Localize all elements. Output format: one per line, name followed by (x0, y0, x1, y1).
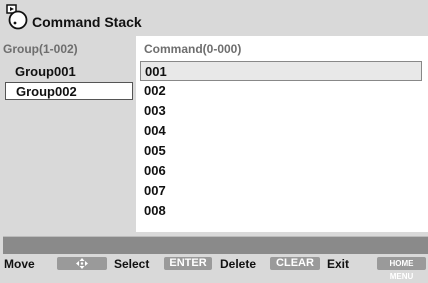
command-item-004[interactable]: 004 (140, 121, 422, 141)
command-label: 008 (144, 203, 166, 218)
group-item-group001[interactable]: Group001 (5, 63, 133, 81)
exit-label: Exit (327, 257, 350, 271)
command-label: 006 (144, 163, 166, 178)
groups-header: Group(1-002) (3, 42, 78, 56)
command-label: 001 (145, 64, 167, 79)
command-item-007[interactable]: 007 (140, 181, 422, 201)
select-label: Select (114, 257, 150, 271)
clear-key-badge: CLEAR (270, 257, 320, 270)
command-item-002[interactable]: 002 (140, 81, 422, 101)
group-label: Group001 (15, 64, 76, 79)
move-label: Move (4, 257, 35, 271)
title-bar: Command Stack (0, 0, 428, 34)
remote-control-icon (6, 4, 28, 30)
button-guide-bar: Move Select ENTER Delete CLEAR Exit HOME… (0, 256, 428, 281)
command-item-008[interactable]: 008 (140, 201, 422, 221)
command-label: 005 (144, 143, 166, 158)
window-title: Command Stack (32, 14, 142, 30)
command-item-001[interactable]: 001 (140, 61, 422, 81)
command-item-003[interactable]: 003 (140, 101, 422, 121)
status-bar (3, 236, 428, 254)
commands-header: Command(0-000) (144, 42, 242, 56)
command-item-005[interactable]: 005 (140, 141, 422, 161)
group-item-group002[interactable]: Group002 (5, 82, 133, 100)
command-item-006[interactable]: 006 (140, 161, 422, 181)
group-label: Group002 (16, 84, 77, 99)
command-list-panel: Command(0-000) 001 002 003 004 005 006 0… (136, 36, 428, 232)
command-label: 002 (144, 83, 166, 98)
enter-key-badge: ENTER (164, 257, 212, 270)
command-label: 004 (144, 123, 166, 138)
delete-label: Delete (220, 257, 257, 271)
command-label: 007 (144, 183, 166, 198)
command-label: 003 (144, 103, 166, 118)
four-way-arrow-icon (57, 257, 107, 270)
home-menu-key-badge: HOME MENU (377, 257, 426, 281)
